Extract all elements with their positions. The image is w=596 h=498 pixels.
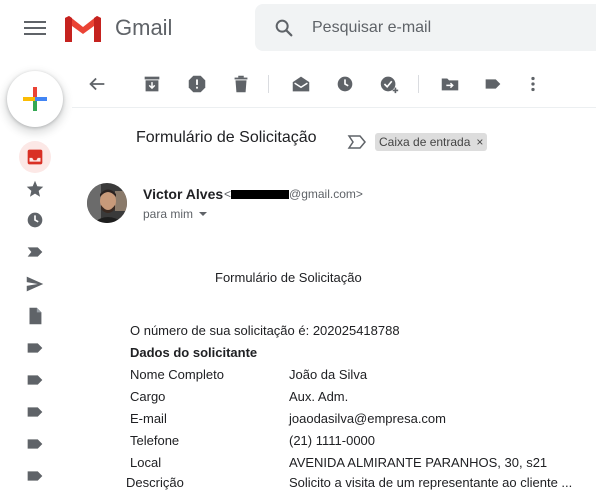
- sender-name: Victor Alves: [143, 186, 224, 202]
- draft-icon[interactable]: [24, 305, 46, 327]
- section-heading: Dados do solicitante: [130, 345, 258, 360]
- field-label: E-mail: [130, 411, 167, 426]
- toolbar-divider-line: [72, 107, 596, 108]
- label-icon[interactable]: [24, 401, 46, 423]
- field-value: AVENIDA ALMIRANTE PARANHOS, 30, s21: [289, 455, 548, 470]
- report-spam-icon[interactable]: [186, 73, 208, 95]
- form-title: Formulário de Solicitação: [215, 270, 362, 285]
- sender-email: < @gmail.com>: [224, 187, 363, 201]
- caret-down-icon: [199, 212, 208, 216]
- hamburger-menu-icon: [24, 21, 46, 23]
- redaction-bar: [231, 190, 290, 199]
- field-label: Descrição: [126, 475, 184, 490]
- field-value: (21) 1111-0000: [289, 433, 376, 448]
- field-label: Cargo: [130, 389, 166, 404]
- delete-icon[interactable]: [230, 73, 252, 95]
- field-label: Nome Completo: [130, 367, 224, 382]
- field-value-email[interactable]: joaodasilva@empresa.com: [289, 411, 446, 427]
- label-icon[interactable]: [24, 337, 46, 359]
- field-value: João da Silva: [289, 367, 368, 382]
- label-icon[interactable]: [24, 465, 46, 487]
- field-value: Aux. Adm.: [289, 389, 349, 404]
- inbox-icon[interactable]: [24, 146, 46, 168]
- toolbar-divider: [268, 75, 269, 93]
- important-marker-icon[interactable]: [347, 134, 367, 150]
- label-remove-button[interactable]: ×: [476, 133, 483, 151]
- field-label: Local: [130, 455, 162, 470]
- archive-icon[interactable]: [141, 73, 163, 95]
- request-number-line: O número de sua solicitação é: 202025418…: [130, 323, 400, 338]
- search-icon[interactable]: [273, 17, 295, 39]
- plus-icon: [23, 87, 47, 111]
- back-arrow-icon[interactable]: [86, 73, 108, 95]
- compose-button[interactable]: [7, 71, 63, 127]
- move-to-icon[interactable]: [439, 73, 461, 95]
- gmail-logo-icon[interactable]: [63, 14, 103, 44]
- search-input[interactable]: Pesquisar e-mail: [312, 17, 431, 39]
- recipient-details-toggle[interactable]: para mim: [143, 207, 208, 221]
- field-label: Telefone: [130, 433, 180, 448]
- more-vert-icon[interactable]: [522, 73, 544, 95]
- star-icon[interactable]: [24, 178, 46, 200]
- label-icon[interactable]: [24, 433, 46, 455]
- label-important-icon[interactable]: [24, 241, 46, 263]
- snooze-icon[interactable]: [334, 73, 356, 95]
- mark-unread-icon[interactable]: [290, 73, 312, 95]
- add-task-icon[interactable]: [378, 73, 400, 95]
- field-value: Solicito a visita de um representante ao…: [289, 475, 573, 490]
- avatar[interactable]: [87, 183, 127, 223]
- email-subject: Formulário de Solicitação: [136, 129, 317, 146]
- label-icon[interactable]: [24, 369, 46, 391]
- app-name: Gmail: [115, 15, 173, 40]
- label-chip-text: Caixa de entrada: [379, 135, 471, 149]
- label-icon[interactable]: [482, 73, 504, 95]
- send-icon[interactable]: [24, 273, 46, 295]
- toolbar-divider: [418, 75, 419, 93]
- label-chip-inbox[interactable]: Caixa de entrada ×: [375, 133, 488, 151]
- clock-icon[interactable]: [24, 209, 46, 231]
- main-menu-button[interactable]: [24, 18, 46, 38]
